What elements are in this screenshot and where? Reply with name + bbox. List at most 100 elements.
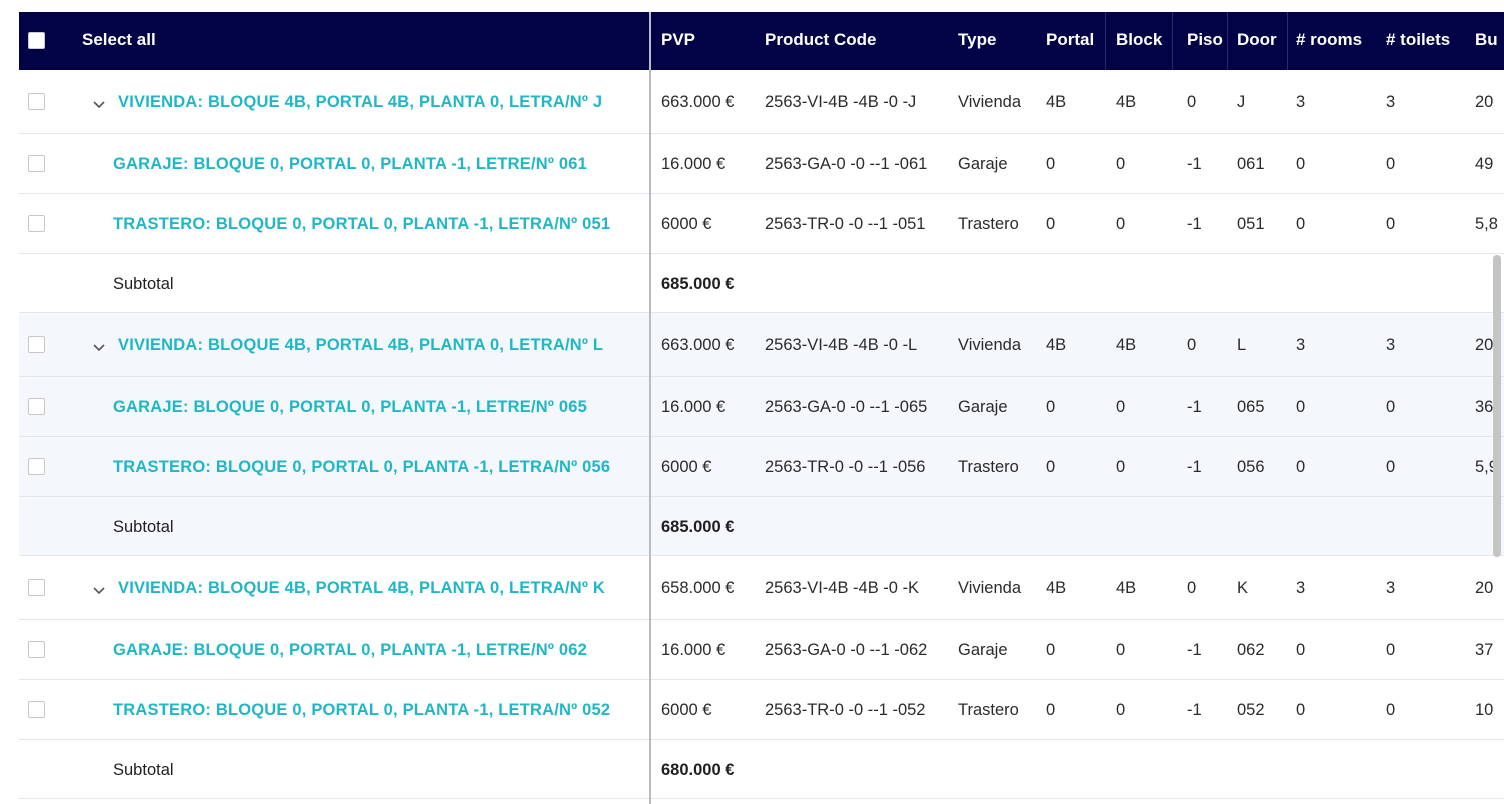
product-name-link[interactable]: GARAJE: BLOQUE 0, PORTAL 0, PLANTA -1, L… <box>113 153 587 175</box>
cell-door: 056 <box>1237 458 1265 476</box>
table-row[interactable]: GARAJE: BLOQUE 0, PORTAL 0, PLANTA -1, L… <box>19 377 1504 437</box>
product-name-link[interactable]: VIVIENDA: BLOQUE 4B, PORTAL 4B, PLANTA 0… <box>118 577 605 599</box>
cell-product-code: 2563-VI-4B -4B -0 -J <box>765 93 917 111</box>
product-table: Select all PVP Product Code Type Portal Bloc… <box>19 12 1504 804</box>
row-checkbox[interactable] <box>28 398 45 415</box>
cell-rooms: 0 <box>1296 701 1306 719</box>
row-checkbox[interactable] <box>28 155 45 172</box>
cell-type: Garaje <box>958 155 1008 173</box>
column-header-pvp[interactable]: PVP <box>661 12 695 70</box>
row-checkbox[interactable] <box>28 458 45 475</box>
cell-door: 061 <box>1237 155 1265 173</box>
cell-block: 0 <box>1116 398 1126 416</box>
cell-rooms: 0 <box>1296 641 1306 659</box>
table-row[interactable]: GARAJE: BLOQUE 0, PORTAL 0, PLANTA -1, L… <box>19 620 1504 680</box>
cell-toilets: 0 <box>1386 701 1396 719</box>
table-row[interactable]: TRASTERO: BLOQUE 0, PORTAL 0, PLANTA -1,… <box>19 194 1504 254</box>
row-checkbox[interactable] <box>28 93 45 110</box>
row-checkbox[interactable] <box>28 579 45 596</box>
select-all-label[interactable]: Select all <box>82 12 156 70</box>
cell-rooms: 0 <box>1296 155 1306 173</box>
cell-pvp: 6000 € <box>661 458 712 476</box>
column-header-product-code[interactable]: Product Code <box>765 12 876 70</box>
cell-portal: 4B <box>1046 336 1067 354</box>
cell-bu: 20 <box>1475 336 1494 354</box>
table-row[interactable]: TRASTERO: BLOQUE 0, PORTAL 0, PLANTA -1,… <box>19 437 1504 497</box>
column-header-toilets[interactable]: # toilets <box>1386 12 1450 70</box>
column-header-rooms[interactable]: # rooms <box>1296 12 1362 70</box>
subtotal-row: Subtotal 685.000 € <box>19 254 1504 313</box>
cell-rooms: 3 <box>1296 93 1306 111</box>
cell-bu: 49 <box>1475 155 1494 173</box>
row-checkbox[interactable] <box>28 215 45 232</box>
select-all-checkbox[interactable] <box>28 32 45 49</box>
chevron-down-icon[interactable] <box>92 341 106 355</box>
header-separator <box>1105 12 1106 70</box>
cell-type: Garaje <box>958 641 1008 659</box>
cell-block: 0 <box>1116 458 1126 476</box>
column-header-block[interactable]: Block <box>1116 12 1162 70</box>
cell-piso: -1 <box>1187 155 1202 173</box>
cell-piso: -1 <box>1187 215 1202 233</box>
table-row[interactable]: VIVIENDA: BLOQUE 4B, PORTAL 4B, PLANTA 0… <box>19 70 1504 134</box>
cell-portal: 4B <box>1046 579 1067 597</box>
cell-door: J <box>1237 93 1246 111</box>
product-name-link[interactable]: VIVIENDA: BLOQUE 4B, PORTAL 4B, PLANTA 0… <box>118 334 603 356</box>
table-row[interactable]: GARAJE: BLOQUE 0, PORTAL 0, PLANTA -1, L… <box>19 134 1504 194</box>
cell-bu: 10 <box>1475 701 1494 719</box>
cell-toilets: 0 <box>1386 398 1396 416</box>
table-row[interactable]: TRASTERO: BLOQUE 0, PORTAL 0, PLANTA -1,… <box>19 680 1504 740</box>
subtotal-value: 680.000 € <box>661 761 735 779</box>
product-name-link[interactable]: GARAJE: BLOQUE 0, PORTAL 0, PLANTA -1, L… <box>113 396 587 418</box>
cell-portal: 0 <box>1046 215 1056 233</box>
product-name-link[interactable]: TRASTERO: BLOQUE 0, PORTAL 0, PLANTA -1,… <box>113 213 610 235</box>
header-separator <box>1287 12 1288 70</box>
subtotal-value: 685.000 € <box>661 275 735 293</box>
cell-toilets: 0 <box>1386 155 1396 173</box>
cell-piso: -1 <box>1187 641 1202 659</box>
column-header-bu[interactable]: Bu <box>1475 12 1498 70</box>
cell-type: Trastero <box>958 215 1019 233</box>
cell-rooms: 0 <box>1296 398 1306 416</box>
cell-portal: 4B <box>1046 93 1067 111</box>
cell-product-code: 2563-VI-4B -4B -0 -K <box>765 579 920 597</box>
subtotal-row: Subtotal 685.000 € <box>19 497 1504 556</box>
vertical-scrollbar[interactable] <box>1493 255 1501 557</box>
column-header-door[interactable]: Door <box>1237 12 1277 70</box>
cell-bu: 5,8 <box>1475 215 1498 233</box>
column-header-piso[interactable]: Piso <box>1187 12 1223 70</box>
product-name-link[interactable]: VIVIENDA: BLOQUE 4B, PORTAL 4B, PLANTA 0… <box>118 91 602 113</box>
row-checkbox[interactable] <box>28 701 45 718</box>
column-header-portal[interactable]: Portal <box>1046 12 1094 70</box>
table-header: Select all PVP Product Code Type Portal Bloc… <box>19 12 1504 70</box>
cell-pvp: 658.000 € <box>661 579 735 597</box>
cell-piso: -1 <box>1187 398 1202 416</box>
chevron-down-icon[interactable] <box>92 98 106 112</box>
cell-piso: 0 <box>1187 93 1197 111</box>
row-checkbox[interactable] <box>28 336 45 353</box>
product-name-link[interactable]: TRASTERO: BLOQUE 0, PORTAL 0, PLANTA -1,… <box>113 699 610 721</box>
cell-rooms: 3 <box>1296 336 1306 354</box>
cell-piso: -1 <box>1187 701 1202 719</box>
cell-product-code: 2563-TR-0 -0 --1 -056 <box>765 458 926 476</box>
table-row[interactable]: VIVIENDA: BLOQUE 4B, PORTAL 4B, PLANTA 0… <box>19 313 1504 377</box>
cell-product-code: 2563-GA-0 -0 --1 -062 <box>765 641 928 659</box>
cell-portal: 0 <box>1046 701 1056 719</box>
column-header-type[interactable]: Type <box>958 12 996 70</box>
product-name-link[interactable]: GARAJE: BLOQUE 0, PORTAL 0, PLANTA -1, L… <box>113 639 587 661</box>
subtotal-value: 685.000 € <box>661 518 735 536</box>
cell-toilets: 3 <box>1386 579 1396 597</box>
cell-piso: 0 <box>1187 579 1197 597</box>
cell-block: 0 <box>1116 701 1126 719</box>
cell-pvp: 6000 € <box>661 215 712 233</box>
cell-toilets: 0 <box>1386 458 1396 476</box>
cell-rooms: 3 <box>1296 579 1306 597</box>
cell-door: 065 <box>1237 398 1265 416</box>
row-checkbox[interactable] <box>28 641 45 658</box>
cell-piso: 0 <box>1187 336 1197 354</box>
cell-type: Vivienda <box>958 579 1021 597</box>
cell-block: 4B <box>1116 93 1137 111</box>
product-name-link[interactable]: TRASTERO: BLOQUE 0, PORTAL 0, PLANTA -1,… <box>113 456 610 478</box>
chevron-down-icon[interactable] <box>92 584 106 598</box>
table-row[interactable]: VIVIENDA: BLOQUE 4B, PORTAL 4B, PLANTA 0… <box>19 556 1504 620</box>
